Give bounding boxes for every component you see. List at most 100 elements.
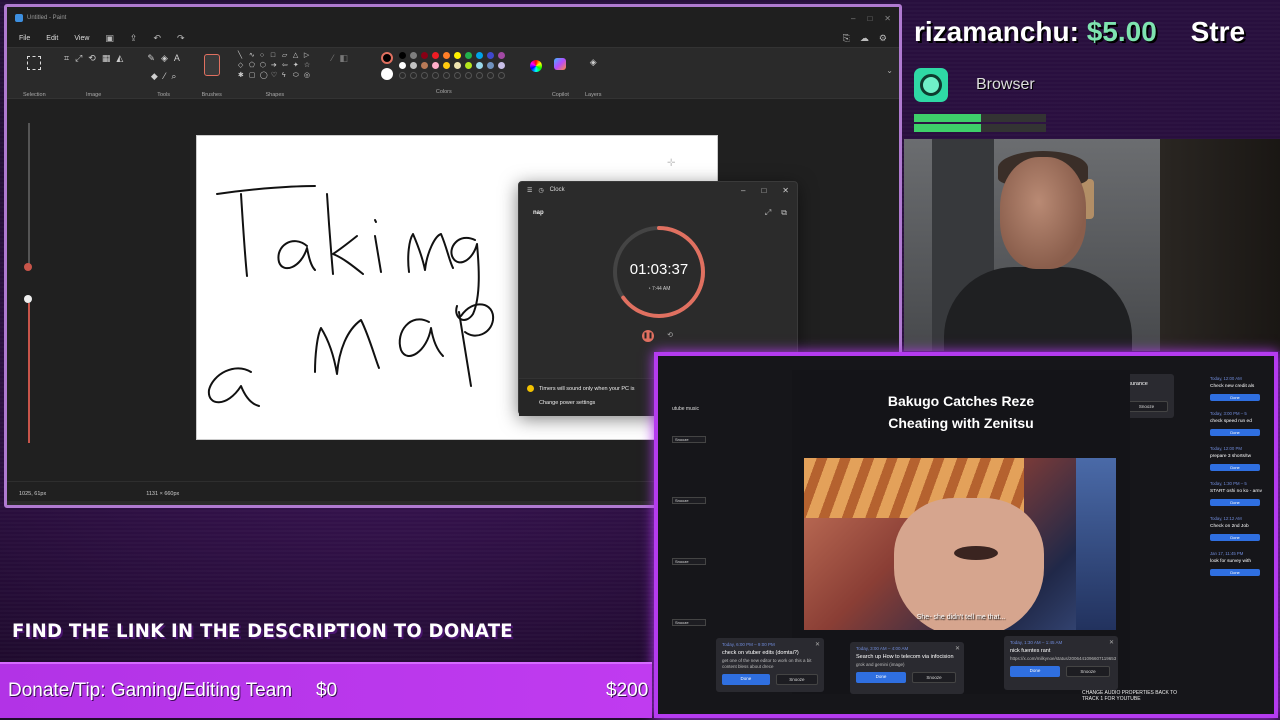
left-snooze-button[interactable]: Snooze xyxy=(672,619,706,626)
resize-icon[interactable]: ⤢ xyxy=(75,52,82,64)
copy-icon[interactable]: ⎘ xyxy=(843,33,850,44)
crop-icon[interactable]: ⌗ xyxy=(64,52,69,64)
color-swatch[interactable] xyxy=(410,62,418,69)
minimize-icon[interactable]: – xyxy=(851,14,855,23)
done-button[interactable]: Done xyxy=(1210,534,1260,541)
share-icon[interactable]: ⇪ xyxy=(130,33,138,44)
color-swatch[interactable] xyxy=(421,62,429,69)
custom-color-slot[interactable] xyxy=(476,72,484,79)
ribbon-collapse-icon[interactable]: ⌄ xyxy=(886,66,893,75)
done-button[interactable]: Done xyxy=(1210,569,1260,576)
color-swatch[interactable] xyxy=(498,52,506,59)
done-button[interactable]: Done xyxy=(1010,666,1060,677)
color-swatch[interactable] xyxy=(432,52,440,59)
color-swatch[interactable] xyxy=(465,62,473,69)
custom-color-slot[interactable] xyxy=(410,72,418,79)
color-swatch[interactable] xyxy=(476,52,484,59)
color-swatch[interactable] xyxy=(487,62,495,69)
menu-file[interactable]: File xyxy=(19,35,30,42)
undo-icon[interactable]: ↶ xyxy=(153,33,161,44)
color-swatch[interactable] xyxy=(465,52,473,59)
secondary-color-swatch[interactable] xyxy=(381,68,394,80)
done-button[interactable]: Done xyxy=(1210,394,1260,401)
shape-fill-icon[interactable]: ◧ xyxy=(339,52,348,64)
eraser-icon[interactable]: ◆ xyxy=(151,70,158,82)
snooze-button[interactable]: Snooze xyxy=(775,674,818,685)
selection-icon[interactable] xyxy=(27,56,42,70)
pin-icon[interactable]: ⧉ xyxy=(781,208,787,218)
expand-icon[interactable]: ⤢ xyxy=(765,208,771,218)
task-close-icon[interactable]: ✕ xyxy=(815,641,820,648)
color-swatch[interactable] xyxy=(476,62,484,69)
color-swatch[interactable] xyxy=(487,52,495,59)
menu-edit[interactable]: Edit xyxy=(46,35,58,42)
text-icon[interactable]: A xyxy=(174,52,180,64)
close-icon[interactable]: ✕ xyxy=(884,14,891,23)
custom-color-slot[interactable] xyxy=(421,72,429,79)
maximize-icon[interactable]: □ xyxy=(867,14,872,23)
clock-maximize-icon[interactable]: □ xyxy=(761,186,766,195)
image-select-icon[interactable]: ▦ xyxy=(102,52,111,64)
task-close-icon[interactable]: ✕ xyxy=(955,645,960,652)
done-button[interactable]: Done xyxy=(1210,429,1260,436)
rotate-icon[interactable]: ⟲ xyxy=(88,52,96,64)
layers-icon[interactable]: ◈ xyxy=(585,56,602,68)
shapes-gallery[interactable]: ╲ ∿ ○ □ ▱ △ ▷ ◇ ⬠ ⬡ ➔ ⇦ ✦ ☆ ✱ ▢ ◯ ♡ ϟ ⬭ ◎ xyxy=(238,52,312,80)
ribbon-label-colors: Colors xyxy=(435,89,452,95)
done-button[interactable]: Done xyxy=(856,672,906,683)
outline-icon[interactable]: ⁄ xyxy=(332,52,334,64)
custom-color-slot[interactable] xyxy=(399,72,407,79)
left-snooze-button[interactable]: Snooze xyxy=(672,497,706,504)
copilot-icon[interactable] xyxy=(554,58,567,70)
fill-icon[interactable]: ◈ xyxy=(161,52,168,64)
color-swatch[interactable] xyxy=(399,62,407,69)
color-swatch[interactable] xyxy=(443,52,451,59)
color-swatch[interactable] xyxy=(443,62,451,69)
task-close-icon[interactable]: ✕ xyxy=(1109,639,1114,646)
left-snooze-button[interactable]: Snooze xyxy=(672,558,706,565)
done-button[interactable]: Done xyxy=(1210,464,1260,471)
brush-icon[interactable] xyxy=(203,54,220,76)
color-swatch[interactable] xyxy=(432,62,440,69)
magnifier-icon[interactable]: ⌕ xyxy=(171,70,176,82)
left-snooze-button[interactable]: Snooze xyxy=(672,436,706,443)
color-swatch[interactable] xyxy=(421,52,429,59)
snooze-button[interactable]: Snooze xyxy=(912,672,956,683)
color-swatch[interactable] xyxy=(498,62,506,69)
custom-color-slot[interactable] xyxy=(487,72,495,79)
done-button[interactable]: Done xyxy=(722,674,770,685)
done-button[interactable]: Done xyxy=(1210,499,1260,506)
zoom-slider[interactable] xyxy=(24,123,32,443)
flip-icon[interactable]: ◭ xyxy=(116,52,123,64)
custom-color-slot[interactable] xyxy=(454,72,462,79)
color-swatch[interactable] xyxy=(399,52,407,59)
settings-icon[interactable]: ⚙ xyxy=(879,33,887,44)
color-swatch[interactable] xyxy=(410,52,418,59)
custom-color-slot[interactable] xyxy=(443,72,451,79)
snooze-button[interactable]: Snooze xyxy=(1124,401,1168,412)
snooze-button[interactable]: Snooze xyxy=(1066,666,1110,677)
clock-app-icon: ◷ xyxy=(538,187,544,194)
custom-color-slot[interactable] xyxy=(432,72,440,79)
menu-view[interactable]: View xyxy=(74,35,89,42)
custom-color-slot[interactable] xyxy=(465,72,473,79)
save-icon[interactable]: ▣ xyxy=(105,33,114,44)
hamburger-menu-icon[interactable]: ☰ xyxy=(527,187,532,194)
edit-colors-icon[interactable] xyxy=(529,60,542,72)
primary-color-swatch[interactable] xyxy=(381,52,394,64)
custom-color-slot[interactable] xyxy=(498,72,506,79)
brush-size-knob[interactable] xyxy=(24,295,32,303)
color-swatch[interactable] xyxy=(454,52,462,59)
browser-overlay: utube music Snooze Snooze Snooze Snooze … xyxy=(654,352,1278,718)
color-picker-icon[interactable]: ⁄ xyxy=(164,70,166,82)
cloud-icon[interactable]: ☁ xyxy=(860,33,869,44)
task-desc: get one of the new editor to work on thi… xyxy=(722,658,812,669)
clock-minimize-icon[interactable]: – xyxy=(741,186,745,195)
pause-button[interactable]: ❚❚ xyxy=(642,330,654,342)
reset-button[interactable]: ⟲ xyxy=(664,330,676,342)
redo-icon[interactable]: ↷ xyxy=(177,33,185,44)
pencil-icon[interactable]: ✎ xyxy=(147,52,155,64)
clock-close-icon[interactable]: ✕ xyxy=(782,186,789,195)
color-swatch[interactable] xyxy=(454,62,462,69)
zoom-slider-knob[interactable] xyxy=(24,263,32,271)
